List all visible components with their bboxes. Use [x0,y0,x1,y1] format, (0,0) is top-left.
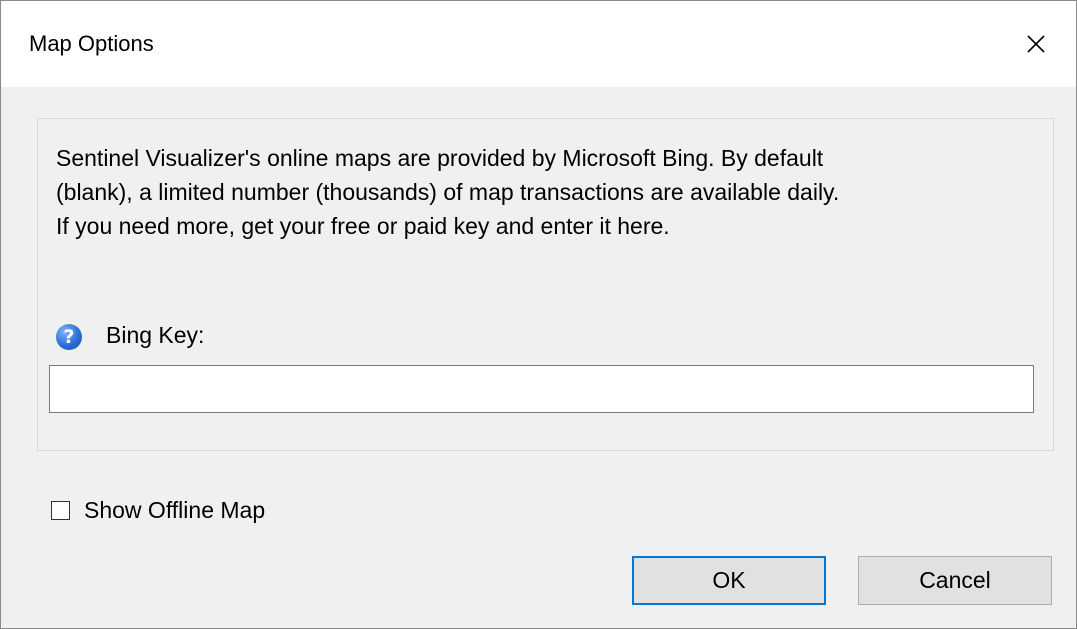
show-offline-map-option[interactable]: Show Offline Map [51,497,265,524]
show-offline-map-checkbox[interactable] [51,501,70,520]
show-offline-map-label: Show Offline Map [84,497,266,523]
help-icon[interactable]: ? [56,324,82,350]
dialog-title: Map Options [29,31,154,56]
map-options-dialog: Map Options Sentinel Visualizer's online… [0,0,1077,629]
description-line: Sentinel Visualizer's online maps are pr… [56,145,824,171]
close-button[interactable] [996,1,1076,87]
description-line: (blank), a limited number (thousands) of… [56,179,840,205]
title-bar: Map Options [1,1,1076,87]
bing-key-input[interactable] [49,365,1034,413]
cancel-button[interactable]: Cancel [858,556,1052,605]
description-text: Sentinel Visualizer's online maps are pr… [56,141,1036,243]
bing-key-group: Sentinel Visualizer's online maps are pr… [37,118,1054,451]
bing-key-label: Bing Key: [106,322,205,348]
close-icon [1027,35,1045,53]
ok-button[interactable]: OK [632,556,826,605]
description-line: If you need more, get your free or paid … [56,213,670,239]
